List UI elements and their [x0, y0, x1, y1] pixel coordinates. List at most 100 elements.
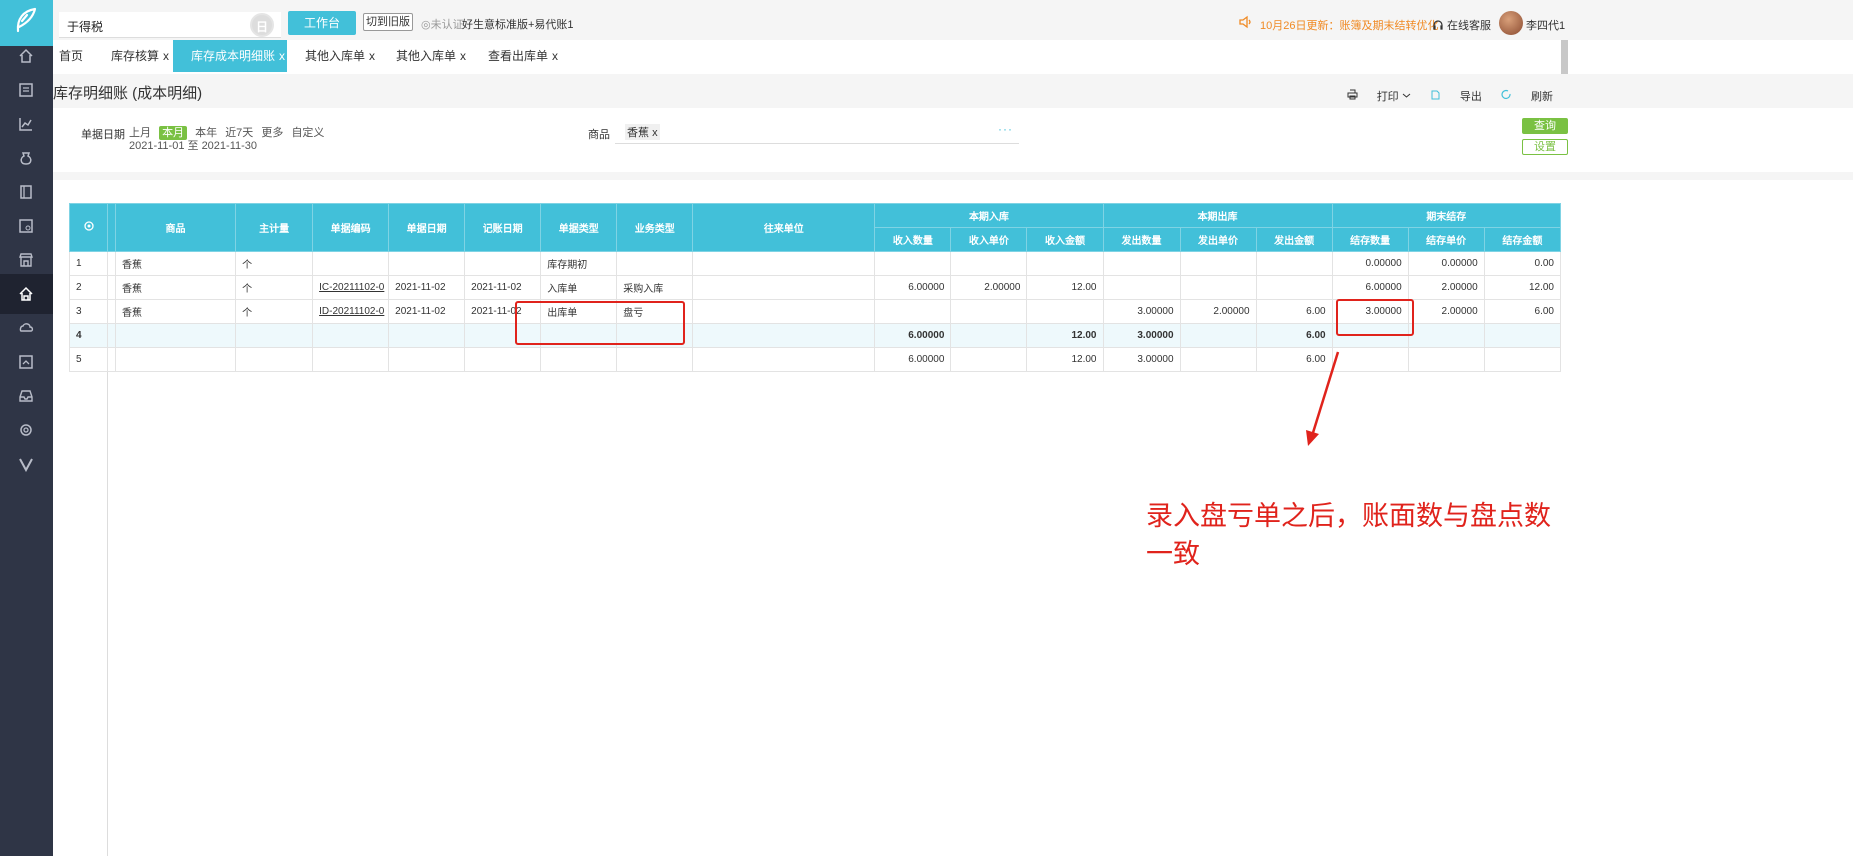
cell-product	[115, 347, 237, 372]
header-end-price[interactable]: 结存单价	[1407, 227, 1485, 252]
highlight-box-doc-type	[515, 301, 685, 345]
scrollbar[interactable]	[1561, 40, 1568, 76]
spacer-header	[107, 203, 117, 252]
cell-in-amt: 12.00	[1026, 275, 1104, 300]
avatar[interactable]	[1499, 11, 1523, 35]
cell-partner	[692, 275, 876, 300]
update-notice-link[interactable]: 10月26日更新：账簿及期末结转优化	[1260, 17, 1438, 33]
header-unit[interactable]: 主计量	[235, 203, 314, 252]
cell-doc-type: 库存期初	[540, 251, 618, 276]
close-icon[interactable]: x	[279, 49, 285, 63]
header-in-price[interactable]: 收入单价	[950, 227, 1028, 252]
cell-unit	[235, 323, 314, 348]
refresh-label: 刷新	[1531, 91, 1553, 103]
tab-label: 其他入库单	[305, 49, 366, 63]
online-service-button[interactable]: 在线客服	[1432, 17, 1491, 33]
cell-doc-no[interactable]: ID-20211102-0	[312, 299, 390, 324]
tab-home[interactable]: 首页	[53, 40, 89, 72]
page-header: 库存明细账 (成本明细) 打印 导出 刷新	[53, 74, 1853, 108]
header-in-group: 本期入库	[874, 203, 1104, 228]
tab-other-inbound-1[interactable]: 其他入库单 x	[299, 40, 381, 72]
company-select[interactable]: 于得税	[59, 12, 281, 38]
close-icon[interactable]: x	[369, 49, 375, 63]
tab-view-outbound[interactable]: 查看出库单 x	[482, 40, 564, 72]
header-biz-type[interactable]: 业务类型	[616, 203, 694, 252]
feather-logo-icon	[16, 7, 37, 33]
filter-panel: 单据日期 上月 本月 本年 近7天 更多 自定义 2021-11-01 至 20…	[53, 108, 1853, 172]
tab-inventory-cost-ledger[interactable]: 库存成本明细账 x	[173, 40, 287, 72]
header-partner[interactable]: 往来单位	[692, 203, 876, 252]
header-out-price[interactable]: 发出单价	[1179, 227, 1257, 252]
row-index: 4	[68, 323, 109, 348]
cell-doc-no	[312, 251, 390, 276]
cell-end-price	[1407, 347, 1485, 372]
cell-post-date	[464, 347, 542, 372]
table-row[interactable]: 1 香蕉个库存期初 0.00000 0.00000 0.00	[68, 251, 1562, 276]
close-icon[interactable]: x	[652, 127, 658, 139]
cell-out-amt	[1255, 251, 1333, 276]
close-icon[interactable]: x	[552, 49, 558, 63]
cell-out-amt	[1255, 275, 1333, 300]
header-doc-type[interactable]: 单据类型	[540, 203, 618, 252]
date-option-custom[interactable]: 自定义	[291, 127, 324, 139]
header-in-qty[interactable]: 收入数量	[874, 227, 952, 252]
more-icon[interactable]: ···	[998, 122, 1013, 136]
date-option-more[interactable]: 更多	[261, 127, 283, 139]
header-in-amt[interactable]: 收入金额	[1026, 227, 1104, 252]
cell-biz-type	[616, 347, 694, 372]
workbench-button[interactable]: 工作台	[288, 11, 356, 35]
header-end-amt[interactable]: 结存金额	[1483, 227, 1562, 252]
row-spacer	[107, 347, 117, 372]
cell-end-qty: 0.00000	[1331, 251, 1409, 276]
refresh-button[interactable]: 刷新	[1501, 89, 1553, 103]
cell-end-amt: 0.00	[1483, 251, 1562, 276]
cell-out-price: 2.00000	[1179, 299, 1257, 324]
sidebar	[0, 0, 53, 856]
header-out-amt[interactable]: 发出金额	[1255, 227, 1333, 252]
cell-partner	[692, 347, 876, 372]
tab-inventory-accounting[interactable]: 库存核算 x	[105, 40, 175, 72]
cell-biz-type: 采购入库	[616, 275, 694, 300]
cell-doc-no[interactable]: IC-20211102-0	[312, 275, 390, 300]
cell-doc-no	[312, 323, 390, 348]
tab-other-inbound-2[interactable]: 其他入库单 x	[390, 40, 472, 72]
table-row[interactable]: 2 香蕉个 IC-20211102-0 2021-11-02 2021-11-02 入库单…	[68, 275, 1562, 300]
refresh-icon	[1501, 89, 1511, 100]
cell-out-qty	[1102, 251, 1181, 276]
header-out-qty[interactable]: 发出数量	[1102, 227, 1181, 252]
settings-button[interactable]: 设置	[1522, 139, 1568, 155]
day-circle-button[interactable]: 日	[250, 13, 274, 37]
row-spacer	[107, 251, 117, 276]
username[interactable]: 李四代1	[1526, 17, 1565, 33]
cell-doc-date	[388, 347, 466, 372]
print-button[interactable]: 打印	[1347, 89, 1414, 103]
cell-product: 香蕉	[115, 275, 237, 300]
tab-label: 库存核算	[111, 49, 160, 63]
header-end-qty[interactable]: 结存数量	[1331, 227, 1409, 252]
header-product[interactable]: 商品	[115, 203, 237, 252]
unverified-status[interactable]: ◎未认证	[421, 16, 464, 32]
cell-out-price	[1179, 251, 1257, 276]
product-tag-label: 香蕉	[627, 127, 649, 139]
gear-icon[interactable]	[83, 220, 95, 232]
switch-old-version-button[interactable]: 切到旧版	[363, 13, 413, 31]
cell-end-price: 2.00000	[1407, 275, 1485, 300]
product-filter-input[interactable]: 香蕉 x ···	[615, 120, 1019, 144]
export-icon	[1431, 90, 1440, 100]
cell-unit	[235, 347, 314, 372]
vip-nav-icon[interactable]	[0, 444, 53, 484]
page-title: 库存明细账 (成本明细)	[53, 85, 203, 102]
header-doc-no[interactable]: 单据编码	[312, 203, 390, 252]
column-settings-header[interactable]	[68, 203, 109, 252]
cell-end-amt: 6.00	[1483, 299, 1562, 324]
cell-end-price	[1407, 323, 1485, 348]
export-label: 导出	[1459, 91, 1482, 103]
header-doc-date[interactable]: 单据日期	[388, 203, 466, 252]
cell-doc-type	[540, 347, 618, 372]
header-post-date[interactable]: 记账日期	[464, 203, 542, 252]
cell-in-price	[950, 299, 1028, 324]
close-icon[interactable]: x	[460, 49, 466, 63]
query-button[interactable]: 查询	[1522, 118, 1568, 134]
close-icon[interactable]: x	[163, 49, 169, 63]
export-button[interactable]: 导出	[1430, 90, 1485, 103]
